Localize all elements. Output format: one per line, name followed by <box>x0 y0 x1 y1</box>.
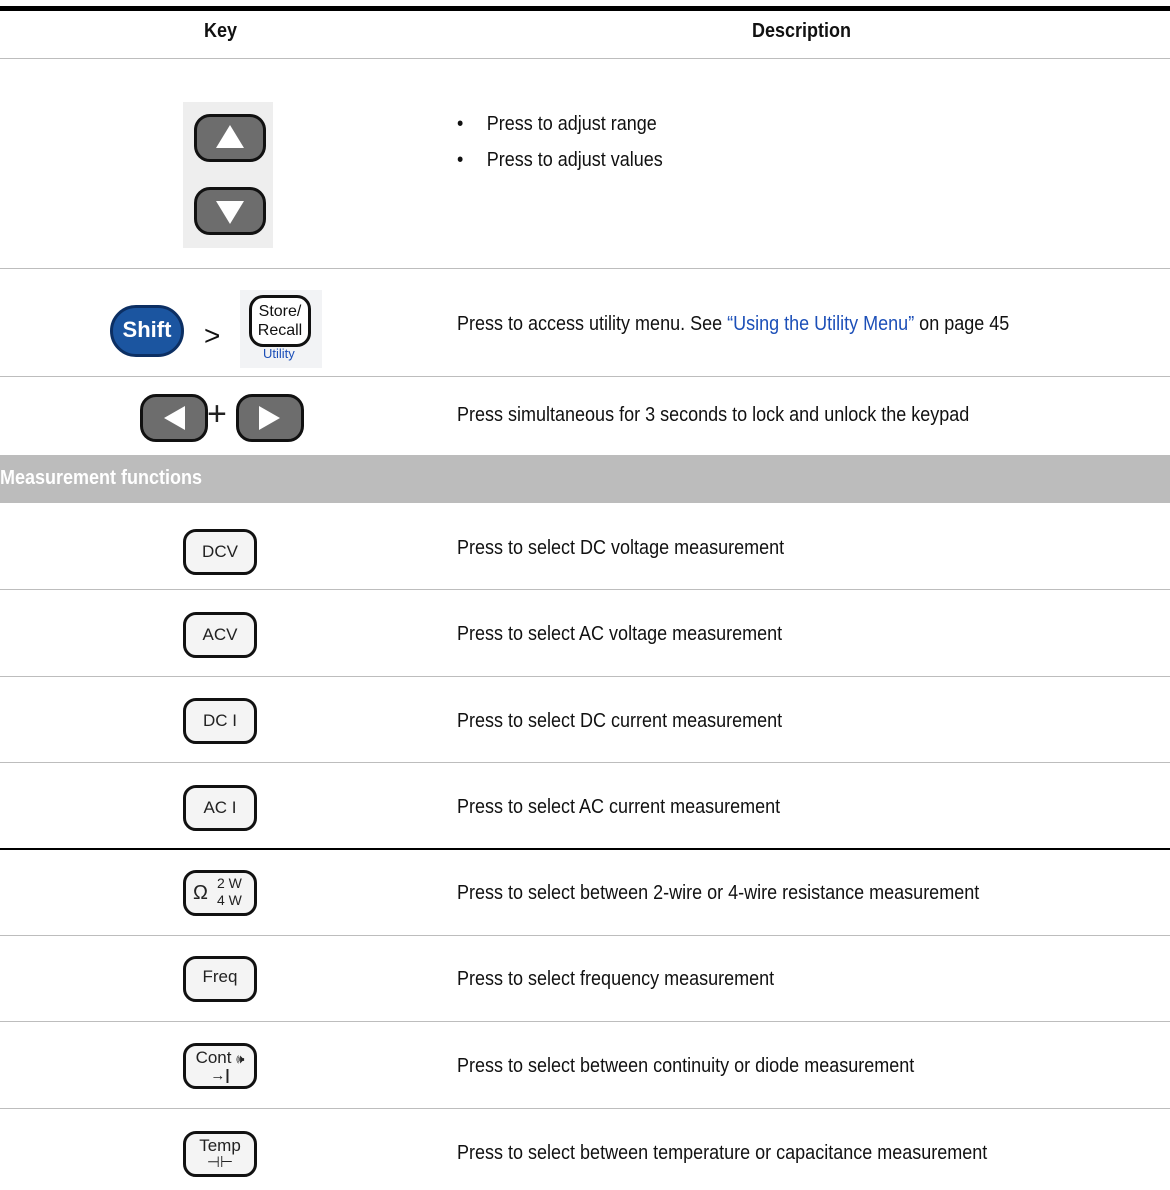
function-description: Press to select frequency measurement <box>457 968 775 990</box>
function-description: Press to select AC current measurement <box>457 796 781 818</box>
left-arrow-key <box>140 394 208 442</box>
diode-icon: →| <box>210 1067 230 1084</box>
omega-icon: Ω <box>193 882 208 904</box>
group-divider <box>0 848 1170 850</box>
column-header-description: Description <box>752 20 852 42</box>
row-divider <box>0 762 1170 763</box>
continuity-key: Cont 🕪 →| <box>183 1043 257 1089</box>
freq-key: Freq <box>183 956 257 1002</box>
dci-key: DC I <box>183 698 257 744</box>
up-arrow-icon <box>216 125 244 148</box>
store-recall-key: Store/ Recall <box>249 295 311 347</box>
row-divider <box>0 268 1170 269</box>
function-description: Press to select between 2-wire or 4-wire… <box>457 882 980 904</box>
row-divider <box>0 935 1170 936</box>
down-arrow-icon <box>216 201 244 224</box>
resistance-key: Ω 2 W 4 W <box>183 870 257 916</box>
row-divider <box>0 376 1170 377</box>
top-rule <box>0 6 1170 11</box>
separator: > <box>204 320 221 351</box>
up-arrow-key <box>194 114 266 162</box>
column-header-key: Key <box>204 20 238 42</box>
function-description: Press to select DC voltage measurement <box>457 537 785 559</box>
utility-menu-link[interactable]: “Using the Utility Menu” <box>727 313 914 335</box>
row-divider <box>0 1021 1170 1022</box>
aci-key: AC I <box>183 785 257 831</box>
row-divider <box>0 1108 1170 1109</box>
section-title: Measurement functions <box>0 467 203 489</box>
left-arrow-icon <box>164 406 185 430</box>
down-arrow-key <box>194 187 266 235</box>
sound-icon: 🕪 <box>236 1051 245 1066</box>
utility-description: Press to access utility menu. See “Using… <box>457 313 1010 335</box>
capacitor-icon: ⊣⊢ <box>206 1154 234 1171</box>
header-divider <box>0 58 1170 59</box>
function-description: Press to select between temperature or c… <box>457 1142 988 1164</box>
utility-label: Utility <box>263 346 295 361</box>
right-arrow-icon <box>259 406 280 430</box>
plus-separator: + <box>207 395 227 433</box>
dcv-key: DCV <box>183 529 257 575</box>
acv-key: ACV <box>183 612 257 658</box>
bullet-item: • Press to adjust range <box>457 113 657 135</box>
row-divider <box>0 589 1170 590</box>
right-arrow-key <box>236 394 304 442</box>
bullet-item: • Press to adjust values <box>457 149 663 171</box>
temperature-key: Temp ⊣⊢ <box>183 1131 257 1177</box>
shift-key: Shift <box>110 305 184 357</box>
function-description: Press to select AC voltage measurement <box>457 623 783 645</box>
row-divider <box>0 676 1170 677</box>
keypad-lock-description: Press simultaneous for 3 seconds to lock… <box>457 404 970 426</box>
function-description: Press to select DC current measurement <box>457 710 783 732</box>
function-description: Press to select between continuity or di… <box>457 1055 915 1077</box>
section-header: Measurement functions <box>0 455 1170 503</box>
